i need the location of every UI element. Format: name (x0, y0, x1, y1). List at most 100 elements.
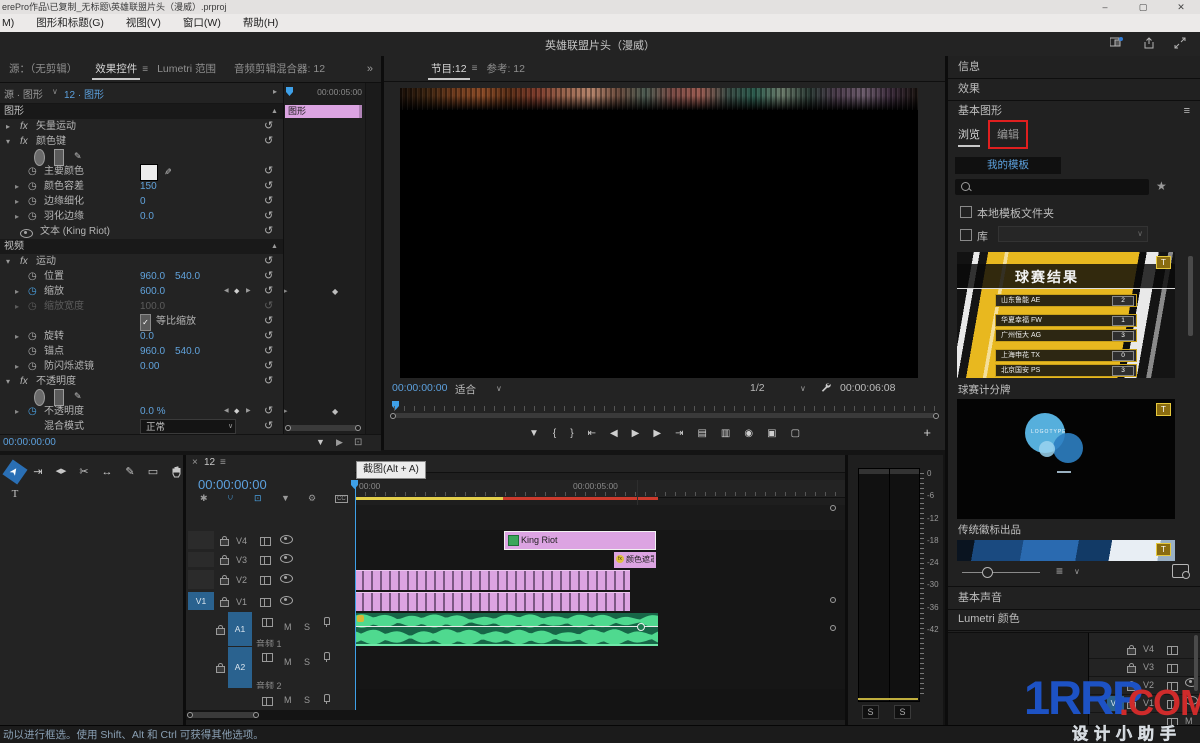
playhead-line[interactable] (355, 480, 356, 710)
menu-item[interactable]: M) (2, 14, 14, 32)
param-value[interactable]: 540.0 (175, 269, 200, 284)
effect-row-位置[interactable]: ◷位置960.0540.0↺ (0, 269, 365, 284)
nest-icon[interactable]: ✱ (200, 493, 208, 504)
reset-icon[interactable]: ↺ (264, 284, 273, 299)
scrollbar-handle[interactable] (187, 712, 193, 718)
mute-button[interactable]: M (284, 657, 292, 667)
stopwatch-icon[interactable]: ◷ (28, 344, 37, 359)
clip-color-matte[interactable]: fx 颜色遮罩 (614, 552, 656, 568)
restore-button[interactable]: ▢ (1132, 0, 1154, 14)
track-header-A2[interactable]: A2MS音频 2 (186, 647, 355, 690)
reset-icon[interactable]: ↺ (264, 329, 273, 344)
volume-keyframe[interactable] (637, 623, 645, 631)
chevron-icon[interactable]: ▾ (6, 134, 10, 149)
scrubber-bar[interactable] (394, 413, 935, 418)
add-keyframe-icon[interactable]: ◆ (234, 284, 239, 299)
local-templates-checkbox[interactable] (960, 206, 972, 218)
track-header-V4[interactable]: V4 (186, 530, 355, 552)
solo-button[interactable]: S (304, 657, 310, 667)
effect-row-运动[interactable]: ▾fx运动↺ (0, 254, 365, 269)
param-value[interactable]: 540.0 (175, 344, 200, 359)
collapse-arrow-icon[interactable]: ▲ (271, 239, 278, 254)
tab-lumetri-scopes[interactable]: Lumetri 范围 (148, 56, 225, 82)
template-thumbnail-scoreboard[interactable]: 球赛结果 山东鲁能 AE 2 华夏幸福 FW 1 广州恒大 AG (957, 252, 1175, 378)
reset-icon[interactable]: ↺ (264, 119, 273, 134)
resolution-dropdown[interactable]: 1/2 (750, 382, 765, 394)
ripple-edit-tool[interactable]: ◀▶ (52, 463, 70, 481)
selection-tool[interactable]: ➤ (2, 459, 27, 484)
mini-track-v2[interactable]: V2 (1089, 677, 1200, 695)
step-back-icon[interactable]: ◀ (610, 428, 618, 439)
effect-row-缩放[interactable]: ▸◷缩放600.0◀◆▶↺▸◆ (0, 284, 365, 299)
track-select-tool[interactable]: ⇥ (29, 463, 47, 481)
tab-audio-clip-mixer[interactable]: 音频剪辑混合器: 12 (225, 56, 334, 82)
sync-lock-icon[interactable] (260, 556, 271, 565)
volume-rubber-band[interactable] (355, 626, 658, 627)
sort-icon[interactable]: ≡ (1056, 564, 1063, 578)
effect-row-等比缩放[interactable]: ✓等比缩放↺ (0, 314, 365, 329)
multicam-icon[interactable]: ▢ (791, 428, 800, 439)
comparison-view-icon[interactable]: ▣ (767, 428, 776, 439)
library-checkbox[interactable] (960, 229, 972, 241)
chevron-down-icon[interactable]: ∨ (496, 384, 502, 393)
reset-icon[interactable]: ↺ (264, 224, 273, 239)
search-input[interactable] (955, 179, 1149, 195)
menu-item[interactable]: 窗口(W) (183, 14, 221, 32)
effect-row-颜色容差[interactable]: ▸◷颜色容差150↺ (0, 179, 365, 194)
menu-item[interactable]: 图形和标题(G) (36, 14, 104, 32)
stopwatch-icon[interactable]: ◷ (28, 359, 37, 374)
record-mic-icon[interactable] (324, 694, 330, 702)
prev-keyframe-icon[interactable]: ◀ (224, 284, 229, 299)
chevron-down-icon[interactable]: ∨ (228, 419, 233, 434)
param-value[interactable]: 0.0 (140, 209, 154, 224)
pen-tool[interactable]: ✎ (121, 463, 139, 481)
reset-icon[interactable]: ↺ (264, 194, 273, 209)
lock-icon[interactable] (1127, 702, 1136, 709)
scrollbar-handle[interactable] (253, 712, 259, 718)
prev-keyframe-icon[interactable]: ◀ (224, 404, 229, 419)
reset-icon[interactable]: ↺ (264, 344, 273, 359)
playhead-icon[interactable] (286, 87, 293, 96)
info-panel-header[interactable]: 信息 (948, 56, 1200, 79)
close-icon[interactable]: × (192, 457, 198, 468)
minimize-button[interactable]: – (1094, 0, 1116, 14)
mini-track-v1[interactable]: V1 V1 (1089, 695, 1200, 713)
param-value[interactable]: 960.0 (140, 269, 165, 284)
timeline-hscrollbar[interactable] (186, 710, 845, 720)
chevron-down-icon[interactable]: ∨ (800, 384, 806, 393)
program-timecode[interactable]: 00:00:00:00 (392, 382, 447, 394)
tab-browse[interactable]: 浏览 (958, 126, 980, 147)
track-content[interactable] (355, 647, 845, 690)
reset-icon[interactable]: ↺ (264, 209, 273, 224)
thumbnail-zoom-slider[interactable] (962, 572, 1040, 573)
effect-panel-scroll-strip[interactable] (365, 83, 382, 434)
eye-icon[interactable] (20, 224, 33, 239)
fx-badge-icon[interactable]: fx (20, 374, 28, 389)
tab-overflow-icon[interactable]: » (367, 63, 373, 75)
menu-item[interactable]: 视图(V) (126, 14, 161, 32)
source-patch-empty[interactable] (188, 570, 214, 589)
slider-knob[interactable] (982, 567, 993, 578)
source-patch[interactable]: A2 (228, 647, 252, 688)
track-header-V1[interactable]: V1V1 (186, 591, 355, 613)
mute-button[interactable]: M (284, 695, 292, 705)
fullscreen-icon[interactable] (1172, 37, 1188, 51)
export-icon[interactable] (1141, 37, 1157, 51)
effect-lane-ruler[interactable]: 00:00:05:00 (284, 85, 364, 101)
reset-icon[interactable]: ↺ (264, 419, 273, 434)
track-header-A1[interactable]: A1MS音频 1 (186, 612, 355, 648)
source-patch[interactable]: A1 (228, 612, 252, 646)
eye-icon[interactable] (1185, 696, 1198, 705)
lane-play-icon[interactable]: ▸ (273, 87, 277, 96)
sync-lock-icon[interactable] (1167, 700, 1178, 709)
timeline-ruler[interactable]: 00:00 00:00:05:00 (355, 480, 845, 498)
snap-icon[interactable]: ∩ (227, 493, 233, 503)
step-forward-icon[interactable]: ▶ (653, 428, 661, 439)
fx-badge-icon[interactable]: fx (20, 134, 28, 149)
keyframe-diamond-icon[interactable]: ◆ (332, 284, 338, 299)
chevron-icon[interactable]: ▾ (6, 254, 10, 269)
eye-icon[interactable] (280, 535, 293, 544)
panel-menu-icon[interactable]: ≡ (220, 457, 226, 468)
stopwatch-icon[interactable]: ◷ (28, 209, 37, 224)
mark-out-icon[interactable]: } (570, 428, 573, 439)
